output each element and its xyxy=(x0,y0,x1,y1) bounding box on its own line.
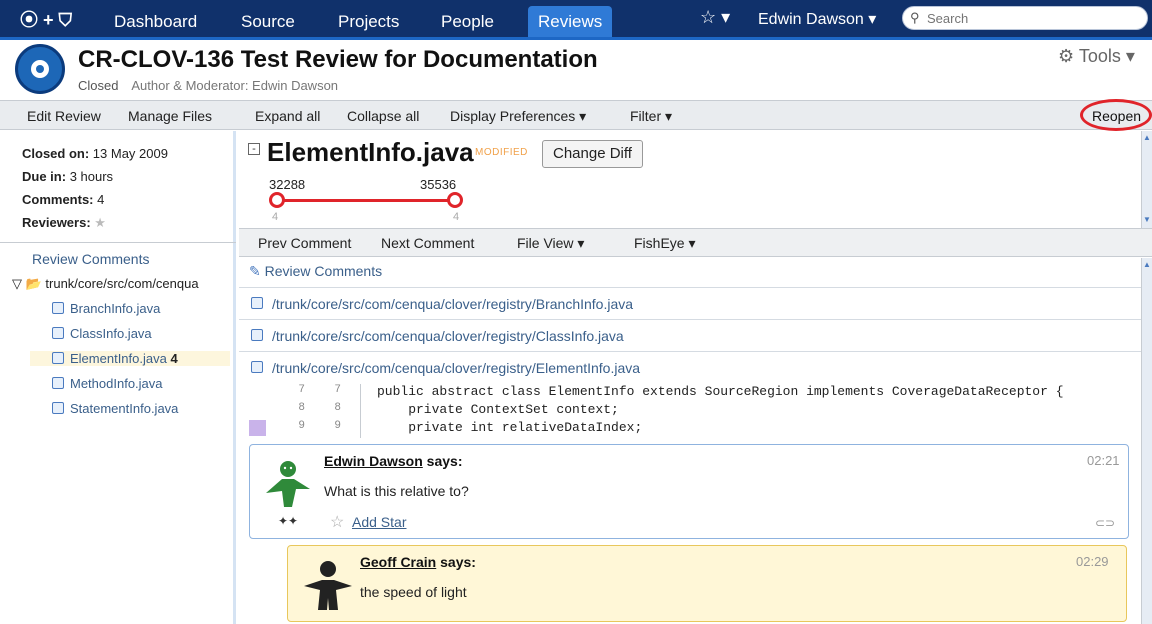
manage-files-button[interactable]: Manage Files xyxy=(128,108,212,124)
revision-slider-handle-to[interactable] xyxy=(447,192,463,208)
comment-body: What is this relative to? xyxy=(324,483,469,499)
next-comment-button[interactable]: Next Comment xyxy=(381,235,474,251)
file-icon xyxy=(52,377,64,389)
code-line-highlighted: 9 9 private int relativeDataIndex; xyxy=(249,420,1142,438)
avatar-icon xyxy=(304,561,352,610)
comment-file-path[interactable]: /trunk/core/src/com/cenqua/clover/regist… xyxy=(239,351,1142,383)
nav-dashboard[interactable]: Dashboard xyxy=(104,9,207,35)
comment-file-path[interactable]: /trunk/core/src/com/cenqua/clover/regist… xyxy=(239,319,1142,351)
comment-author: Geoff Crain says: xyxy=(360,554,476,570)
revision-slider-handle-from[interactable] xyxy=(269,192,285,208)
change-diff-button[interactable]: Change Diff xyxy=(542,140,643,168)
comment-author-link[interactable]: Geoff Crain xyxy=(360,554,436,570)
comment-body: the speed of light xyxy=(360,584,467,600)
review-header: CR-CLOV-136 Test Review for Documentatio… xyxy=(0,40,1152,98)
comment-timestamp: 02:21 xyxy=(1087,453,1120,468)
avatar-icon xyxy=(266,461,310,507)
tools-menu[interactable]: ⚙ Tools ▾ xyxy=(1058,46,1135,67)
reviewer-star-icon: ★ xyxy=(94,215,106,230)
revision-from: 32288 xyxy=(269,177,306,192)
nav-source[interactable]: Source xyxy=(231,9,305,35)
review-author: Author & Moderator: Edwin Dawson xyxy=(131,78,339,93)
filter-menu[interactable]: Filter ▾ xyxy=(630,108,672,125)
file-icon xyxy=(251,297,263,309)
file-icon xyxy=(52,402,64,414)
prev-comment-button[interactable]: Prev Comment xyxy=(258,235,351,251)
add-star-link[interactable]: Add Star xyxy=(352,514,406,530)
review-icon xyxy=(15,44,65,94)
sidebar-divider xyxy=(0,242,236,243)
file-view-menu[interactable]: File View ▾ xyxy=(517,235,584,252)
expand-all-button[interactable]: Expand all xyxy=(255,108,320,124)
file-branchinfo[interactable]: BranchInfo.java xyxy=(52,301,160,316)
comment-marker[interactable] xyxy=(249,420,266,436)
sidebar-review-comments[interactable]: Review Comments xyxy=(32,251,149,267)
revision-count-to: 4 xyxy=(453,211,460,223)
comment-toolbar: Prev Comment Next Comment File View ▾ Fi… xyxy=(239,228,1152,257)
review-subtitle: Closed Author & Moderator: Edwin Dawson xyxy=(78,78,338,93)
code-line: 8 8 private ContextSet context; xyxy=(298,402,619,417)
reviewers: Reviewers: ★ xyxy=(22,215,106,230)
file-statementinfo[interactable]: StatementInfo.java xyxy=(52,401,178,416)
review-title: CR-CLOV-136 Test Review for Documentatio… xyxy=(78,46,598,73)
app-logo-icon[interactable]: ⦿ + ⛉ xyxy=(20,6,72,32)
file-classinfo[interactable]: ClassInfo.java xyxy=(52,326,152,341)
revision-to: 35536 xyxy=(420,177,457,192)
search-box: ⚲ xyxy=(902,6,1148,30)
file-icon xyxy=(52,352,64,364)
comments-count: Comments: 4 xyxy=(22,192,105,207)
file-name: ElementInfo.java xyxy=(267,137,474,167)
fisheye-menu[interactable]: FishEye ▾ xyxy=(634,235,696,252)
revision-slider-track xyxy=(277,199,455,202)
closed-on: Closed on: 13 May 2009 xyxy=(22,146,168,161)
star-icon[interactable]: ☆ xyxy=(330,512,344,532)
scroll-up-icon[interactable]: ▲ xyxy=(1143,260,1151,269)
comment-timestamp: 02:29 xyxy=(1076,554,1109,569)
comment-author-link[interactable]: Edwin Dawson xyxy=(324,453,423,469)
display-preferences-menu[interactable]: Display Preferences ▾ xyxy=(450,108,586,125)
code-snippet: 7 7 public abstract class ElementInfo ex… xyxy=(249,384,1142,440)
review-comments-heading: ✎ Review Comments xyxy=(249,263,383,279)
reopen-button[interactable]: Reopen xyxy=(1092,108,1141,124)
comment-reply-card: Geoff Crain says: 02:29 the speed of lig… xyxy=(287,545,1127,622)
file-methodinfo[interactable]: MethodInfo.java xyxy=(52,376,163,391)
top-navigation-bar: ⦿ + ⛉ Dashboard Source Projects People R… xyxy=(0,0,1152,40)
folder-tree-item[interactable]: ▽ 📂 trunk/core/src/com/cenqua xyxy=(12,276,236,292)
comment-file-path[interactable]: /trunk/core/src/com/cenqua/clover/regist… xyxy=(239,287,1142,319)
user-menu[interactable]: Edwin Dawson ▾ xyxy=(758,9,876,29)
file-header-scrollbar[interactable]: ▲ ▼ xyxy=(1141,131,1152,228)
due-in: Due in: 3 hours xyxy=(22,169,114,184)
nav-people[interactable]: People xyxy=(431,9,504,35)
file-icon xyxy=(52,302,64,314)
comment-author: Edwin Dawson says: xyxy=(324,453,463,469)
file-header: - ElementInfo.java MODIFIED Change Diff … xyxy=(239,131,1141,228)
scroll-up-icon[interactable]: ▲ xyxy=(1143,133,1152,142)
file-icon xyxy=(251,361,263,373)
review-toolbar: Edit Review Manage Files Expand all Coll… xyxy=(0,99,1152,131)
reopen-highlight: Reopen xyxy=(1080,99,1152,131)
file-elementinfo[interactable]: ElementInfo.java 4 xyxy=(30,351,230,366)
file-icon xyxy=(52,327,64,339)
review-status: Closed xyxy=(78,78,119,93)
search-icon: ⚲ xyxy=(910,10,920,25)
vote-arrows-icon[interactable]: ✦✦ xyxy=(278,514,298,528)
file-status-badge: MODIFIED xyxy=(475,147,528,158)
comment-icon: ✎ xyxy=(249,263,261,279)
scroll-down-icon[interactable]: ▼ xyxy=(1143,215,1152,224)
edit-review-button[interactable]: Edit Review xyxy=(27,108,101,124)
collapse-toggle-icon[interactable]: - xyxy=(248,143,260,155)
nav-projects[interactable]: Projects xyxy=(328,9,409,35)
code-line: 7 7 public abstract class ElementInfo ex… xyxy=(298,384,1064,399)
collapse-all-button[interactable]: Collapse all xyxy=(347,108,419,124)
file-icon xyxy=(251,329,263,341)
revision-count-from: 4 xyxy=(272,211,279,223)
nav-reviews[interactable]: Reviews xyxy=(528,6,613,37)
review-sidebar: Closed on: 13 May 2009 Due in: 3 hours C… xyxy=(0,131,236,624)
comments-scrollbar[interactable]: ▲ xyxy=(1141,258,1152,624)
permalink-icon[interactable]: ⊂⊃ xyxy=(1095,516,1115,530)
search-input[interactable] xyxy=(927,9,1137,27)
favorites-star-icon[interactable]: ☆ ▾ xyxy=(700,7,730,28)
comment-card: Edwin Dawson says: 02:21 What is this re… xyxy=(249,444,1129,539)
